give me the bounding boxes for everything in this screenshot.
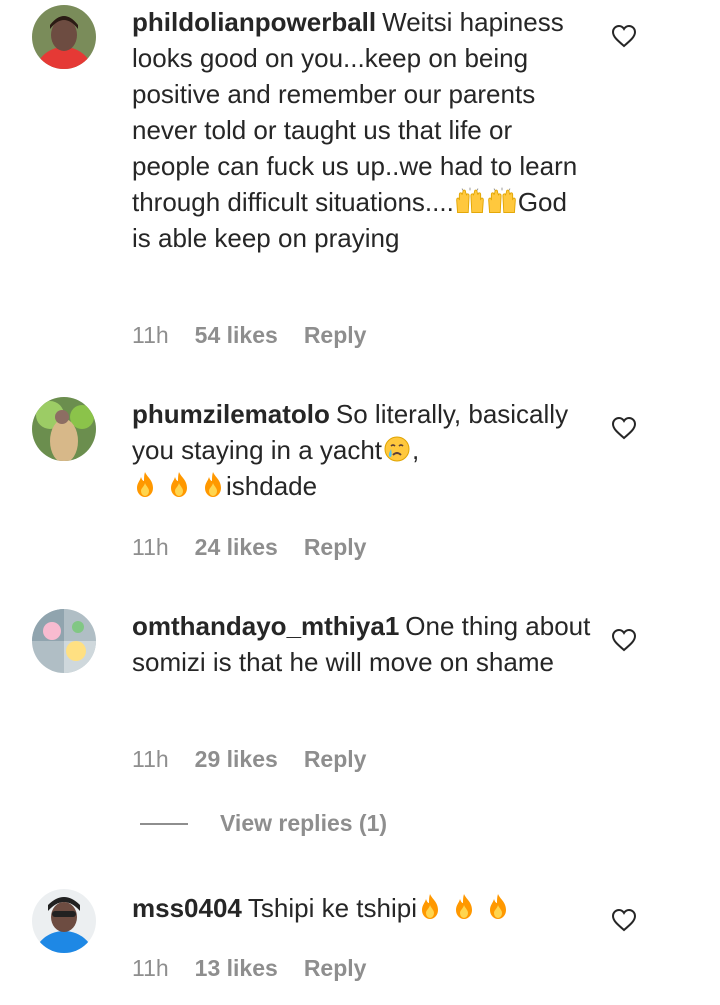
comment-time: 11h bbox=[132, 322, 169, 348]
comment-meta: 11h 29 likes Reply bbox=[132, 744, 366, 774]
fire-emoji bbox=[166, 471, 192, 499]
comment-text: ishdade bbox=[226, 471, 318, 501]
comment-text: Tshipi ke tshipi bbox=[247, 893, 417, 923]
comment-time: 11h bbox=[132, 955, 169, 981]
heart-outline-icon[interactable] bbox=[611, 24, 637, 48]
comment-likes[interactable]: 13 likes bbox=[195, 953, 278, 983]
avatar[interactable] bbox=[32, 397, 96, 461]
comment-body: phumzilematolo So literally, basically yo… bbox=[132, 396, 592, 504]
comment-body: phildolianpowerball Weitsi hapiness looks… bbox=[132, 4, 592, 256]
comment-meta: 11h 13 likes Reply bbox=[132, 953, 366, 983]
heart-outline-icon[interactable] bbox=[611, 908, 637, 932]
view-replies-label: View replies (1) bbox=[220, 810, 388, 836]
view-replies-button[interactable]: View replies (1) bbox=[140, 810, 387, 837]
heart-outline-icon[interactable] bbox=[611, 416, 637, 440]
fire-emoji bbox=[132, 471, 158, 499]
comment-likes[interactable]: 24 likes bbox=[195, 532, 278, 562]
comment-time: 11h bbox=[132, 746, 169, 772]
raising-hands-emoji bbox=[454, 187, 486, 215]
reply-button[interactable]: Reply bbox=[304, 532, 367, 562]
fire-emoji bbox=[485, 893, 511, 921]
fire-emoji bbox=[417, 893, 443, 921]
comment-meta: 11h 24 likes Reply bbox=[132, 532, 366, 562]
raising-hands-emoji bbox=[486, 187, 518, 215]
comment-likes[interactable]: 29 likes bbox=[195, 744, 278, 774]
reply-button[interactable]: Reply bbox=[304, 953, 367, 983]
comment-time: 11h bbox=[132, 534, 169, 560]
fire-emoji bbox=[200, 471, 226, 499]
avatar[interactable] bbox=[32, 5, 96, 69]
avatar[interactable] bbox=[32, 609, 96, 673]
avatar[interactable] bbox=[32, 889, 96, 953]
comment-username[interactable]: mss0404 bbox=[132, 893, 242, 923]
comment-body: mss0404 Tshipi ke tshipi bbox=[132, 890, 592, 926]
reply-button[interactable]: Reply bbox=[304, 320, 367, 350]
comment-username[interactable]: phildolianpowerball bbox=[132, 7, 376, 37]
comment-text: , bbox=[412, 435, 420, 465]
heart-outline-icon[interactable] bbox=[611, 628, 637, 652]
comment-body: omthandayo_mthiya1 One thing about somizi… bbox=[132, 608, 592, 680]
comment-meta: 11h 54 likes Reply bbox=[132, 320, 366, 350]
comment-text: Weitsi hapiness looks good on you...keep… bbox=[132, 7, 578, 217]
reply-button[interactable]: Reply bbox=[304, 744, 367, 774]
comment-username[interactable]: phumzilematolo bbox=[132, 399, 330, 429]
crying-face-emoji bbox=[382, 435, 412, 463]
view-replies-divider bbox=[140, 822, 188, 825]
fire-emoji bbox=[451, 893, 477, 921]
comment-username[interactable]: omthandayo_mthiya1 bbox=[132, 611, 399, 641]
comment-likes[interactable]: 54 likes bbox=[195, 320, 278, 350]
